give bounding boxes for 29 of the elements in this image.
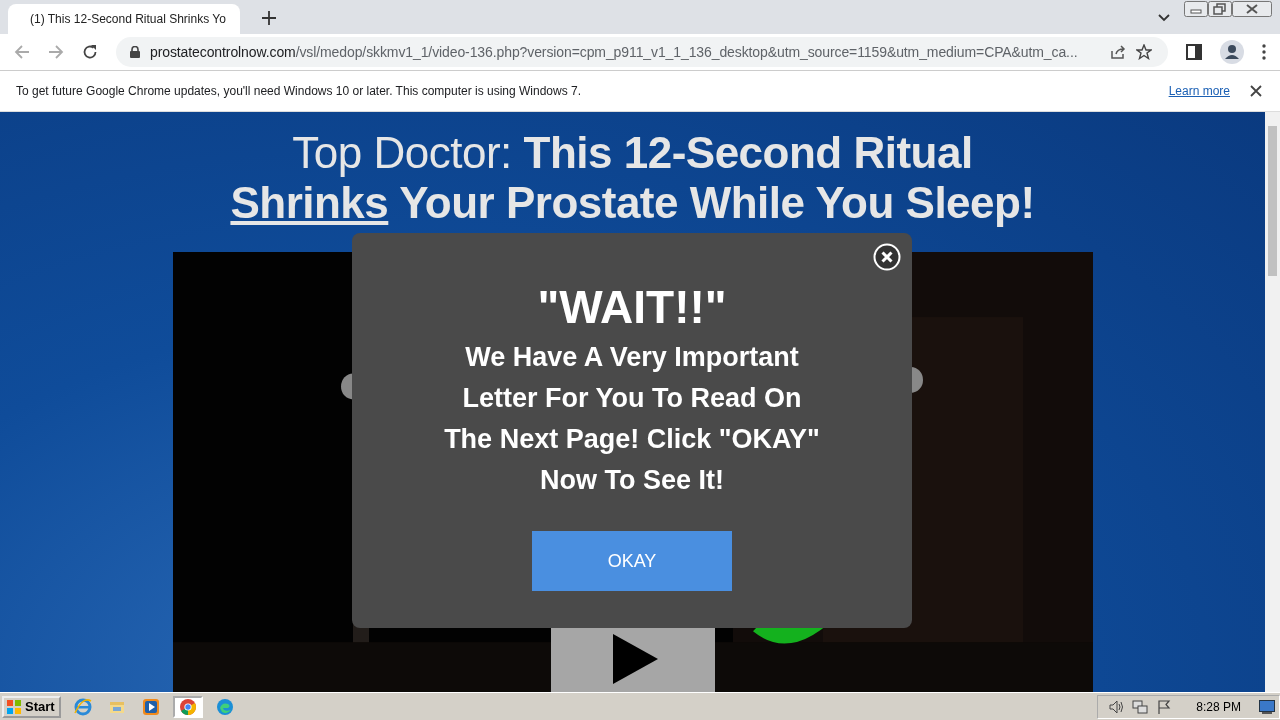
- start-button[interactable]: Start: [2, 695, 61, 718]
- profile-avatar-icon[interactable]: [1220, 40, 1244, 64]
- flag-icon[interactable]: [1156, 698, 1173, 715]
- plus-icon[interactable]: [262, 11, 276, 25]
- close-icon[interactable]: [1250, 85, 1262, 97]
- chevron-down-icon[interactable]: [1158, 14, 1170, 22]
- reload-icon[interactable]: [82, 44, 98, 60]
- popup-title: "WAIT!!": [537, 280, 727, 335]
- side-panel-icon[interactable]: [1186, 44, 1202, 60]
- restore-icon[interactable]: [1208, 1, 1232, 17]
- address-bar[interactable]: prostatecontrolnow.com/vsl/medop/skkmv1_1/video-136.php?version=cpm_p911_v1_1_136_desktop&utm_source=1159&utm_medium=CPA&utm_ca...: [116, 37, 1168, 67]
- learn-more-link[interactable]: Learn more: [1168, 84, 1230, 98]
- update-warning-message: To get future Google Chrome updates, you'll need Windows 10 or later. This computer is using Windows 7.: [16, 84, 583, 98]
- clock[interactable]: 8:28 PM: [1196, 699, 1241, 714]
- lock-icon: [130, 46, 140, 58]
- headline: Top Doctor: This 12-Second Ritual Shrinks Your Prostate While You Sleep!: [230, 128, 1035, 228]
- windows-logo-icon: [6, 698, 22, 715]
- network-icon[interactable]: [1132, 698, 1149, 715]
- minimize-icon[interactable]: [1184, 1, 1208, 17]
- browser-tab[interactable]: (1) This 12-Second Ritual Shrinks Yo: [8, 4, 240, 34]
- popup-message: We Have A Very Important Letter For You To Read On The Next Page! Click "OKAY" Now To See It!: [443, 341, 821, 497]
- menu-icon[interactable]: [1262, 44, 1266, 60]
- share-icon[interactable]: [1110, 44, 1126, 60]
- close-icon[interactable]: [1232, 1, 1272, 17]
- chrome-icon[interactable]: [172, 695, 203, 718]
- show-desktop-icon[interactable]: [1259, 699, 1275, 714]
- scrollbar[interactable]: [1265, 112, 1280, 692]
- speaker-icon[interactable]: [1108, 698, 1125, 715]
- star-icon[interactable]: [1136, 44, 1152, 60]
